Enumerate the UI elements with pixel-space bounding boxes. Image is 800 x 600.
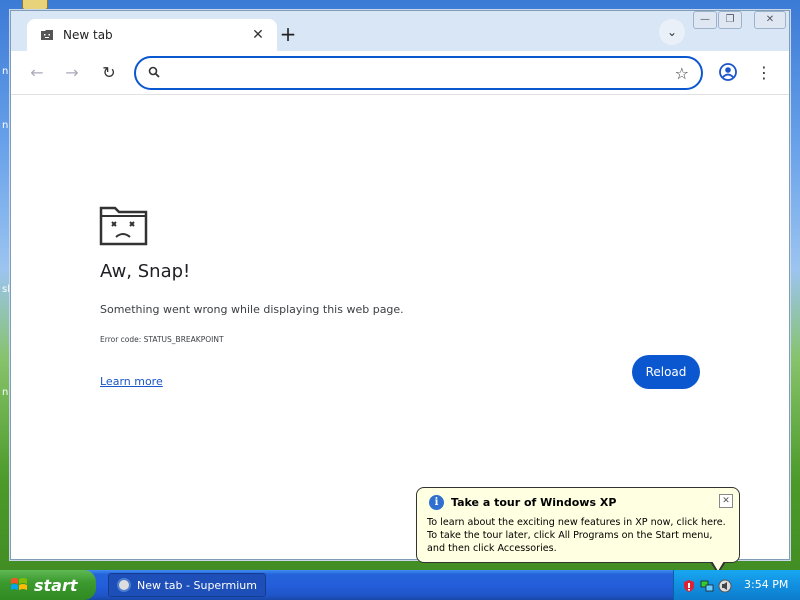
tab-strip: New tab ✕ + ⌄ — ❐ ✕ <box>11 11 789 51</box>
folder-sad-icon <box>39 27 55 43</box>
desktop-fragment: n <box>2 120 9 131</box>
taskbar: start New tab - Supermium 3:54 PM <box>0 570 800 600</box>
balloon-line: and then click Accessories. <box>427 543 557 554</box>
tour-balloon[interactable]: i Take a tour of Windows XP ✕ To learn a… <box>416 487 740 574</box>
learn-more-link[interactable]: Learn more <box>100 375 163 388</box>
profile-icon[interactable] <box>718 62 740 84</box>
clock: 3:54 PM <box>744 578 789 591</box>
bookmark-star-icon[interactable]: ☆ <box>675 64 689 83</box>
desktop-fragment: n <box>2 66 9 77</box>
address-input[interactable] <box>172 65 675 81</box>
desktop-icon[interactable] <box>22 0 48 10</box>
forward-button[interactable]: → <box>60 61 84 85</box>
taskbar-item-supermium[interactable]: New tab - Supermium <box>108 573 266 597</box>
balloon-title: Take a tour of Windows XP <box>451 496 617 509</box>
search-icon <box>148 66 164 81</box>
network-icon[interactable] <box>700 578 714 592</box>
error-heading: Aw, Snap! <box>100 261 191 282</box>
sad-folder-icon <box>99 204 149 246</box>
balloon-close-icon[interactable]: ✕ <box>719 494 733 508</box>
balloon-line: To take the tour later, click All Progra… <box>427 530 713 541</box>
menu-icon[interactable]: ⋮ <box>756 62 772 84</box>
new-tab-button[interactable]: + <box>275 22 301 48</box>
tab-close-icon[interactable]: ✕ <box>249 27 267 43</box>
taskbar-item-label: New tab - Supermium <box>137 578 257 592</box>
balloon-line: To learn about the exciting new features… <box>427 517 726 528</box>
info-icon: i <box>429 495 444 510</box>
maximize-button[interactable]: ❐ <box>718 11 742 29</box>
back-button[interactable]: ← <box>25 61 49 85</box>
volume-icon[interactable] <box>718 578 732 593</box>
minimize-button[interactable]: — <box>693 11 717 29</box>
start-button[interactable]: start <box>0 570 96 600</box>
tab-title: New tab <box>63 28 113 42</box>
supermium-icon <box>117 578 131 592</box>
reload-button[interactable]: Reload <box>632 355 700 389</box>
desktop-fragment: sl <box>2 284 10 295</box>
browser-toolbar: ← → ↻ ☆ ⋮ <box>11 51 789 95</box>
close-window-button[interactable]: ✕ <box>754 11 786 29</box>
reload-icon[interactable]: ↻ <box>97 61 121 85</box>
windows-logo-icon <box>10 576 28 594</box>
desktop-fragment: n <box>2 387 9 398</box>
error-message: Something went wrong while displaying th… <box>100 303 404 316</box>
start-label: start <box>34 575 78 595</box>
balloon-body: To learn about the exciting new features… <box>427 516 735 555</box>
tab-search-button[interactable]: ⌄ <box>659 19 685 45</box>
address-bar[interactable]: ☆ <box>134 56 703 90</box>
tab-new-tab[interactable]: New tab ✕ <box>27 19 277 51</box>
shield-icon[interactable] <box>682 578 696 592</box>
error-code: Error code: STATUS_BREAKPOINT <box>100 335 224 344</box>
browser-window: New tab ✕ + ⌄ — ❐ ✕ ← → ↻ ☆ ⋮ Aw, Snap! … <box>10 10 790 560</box>
